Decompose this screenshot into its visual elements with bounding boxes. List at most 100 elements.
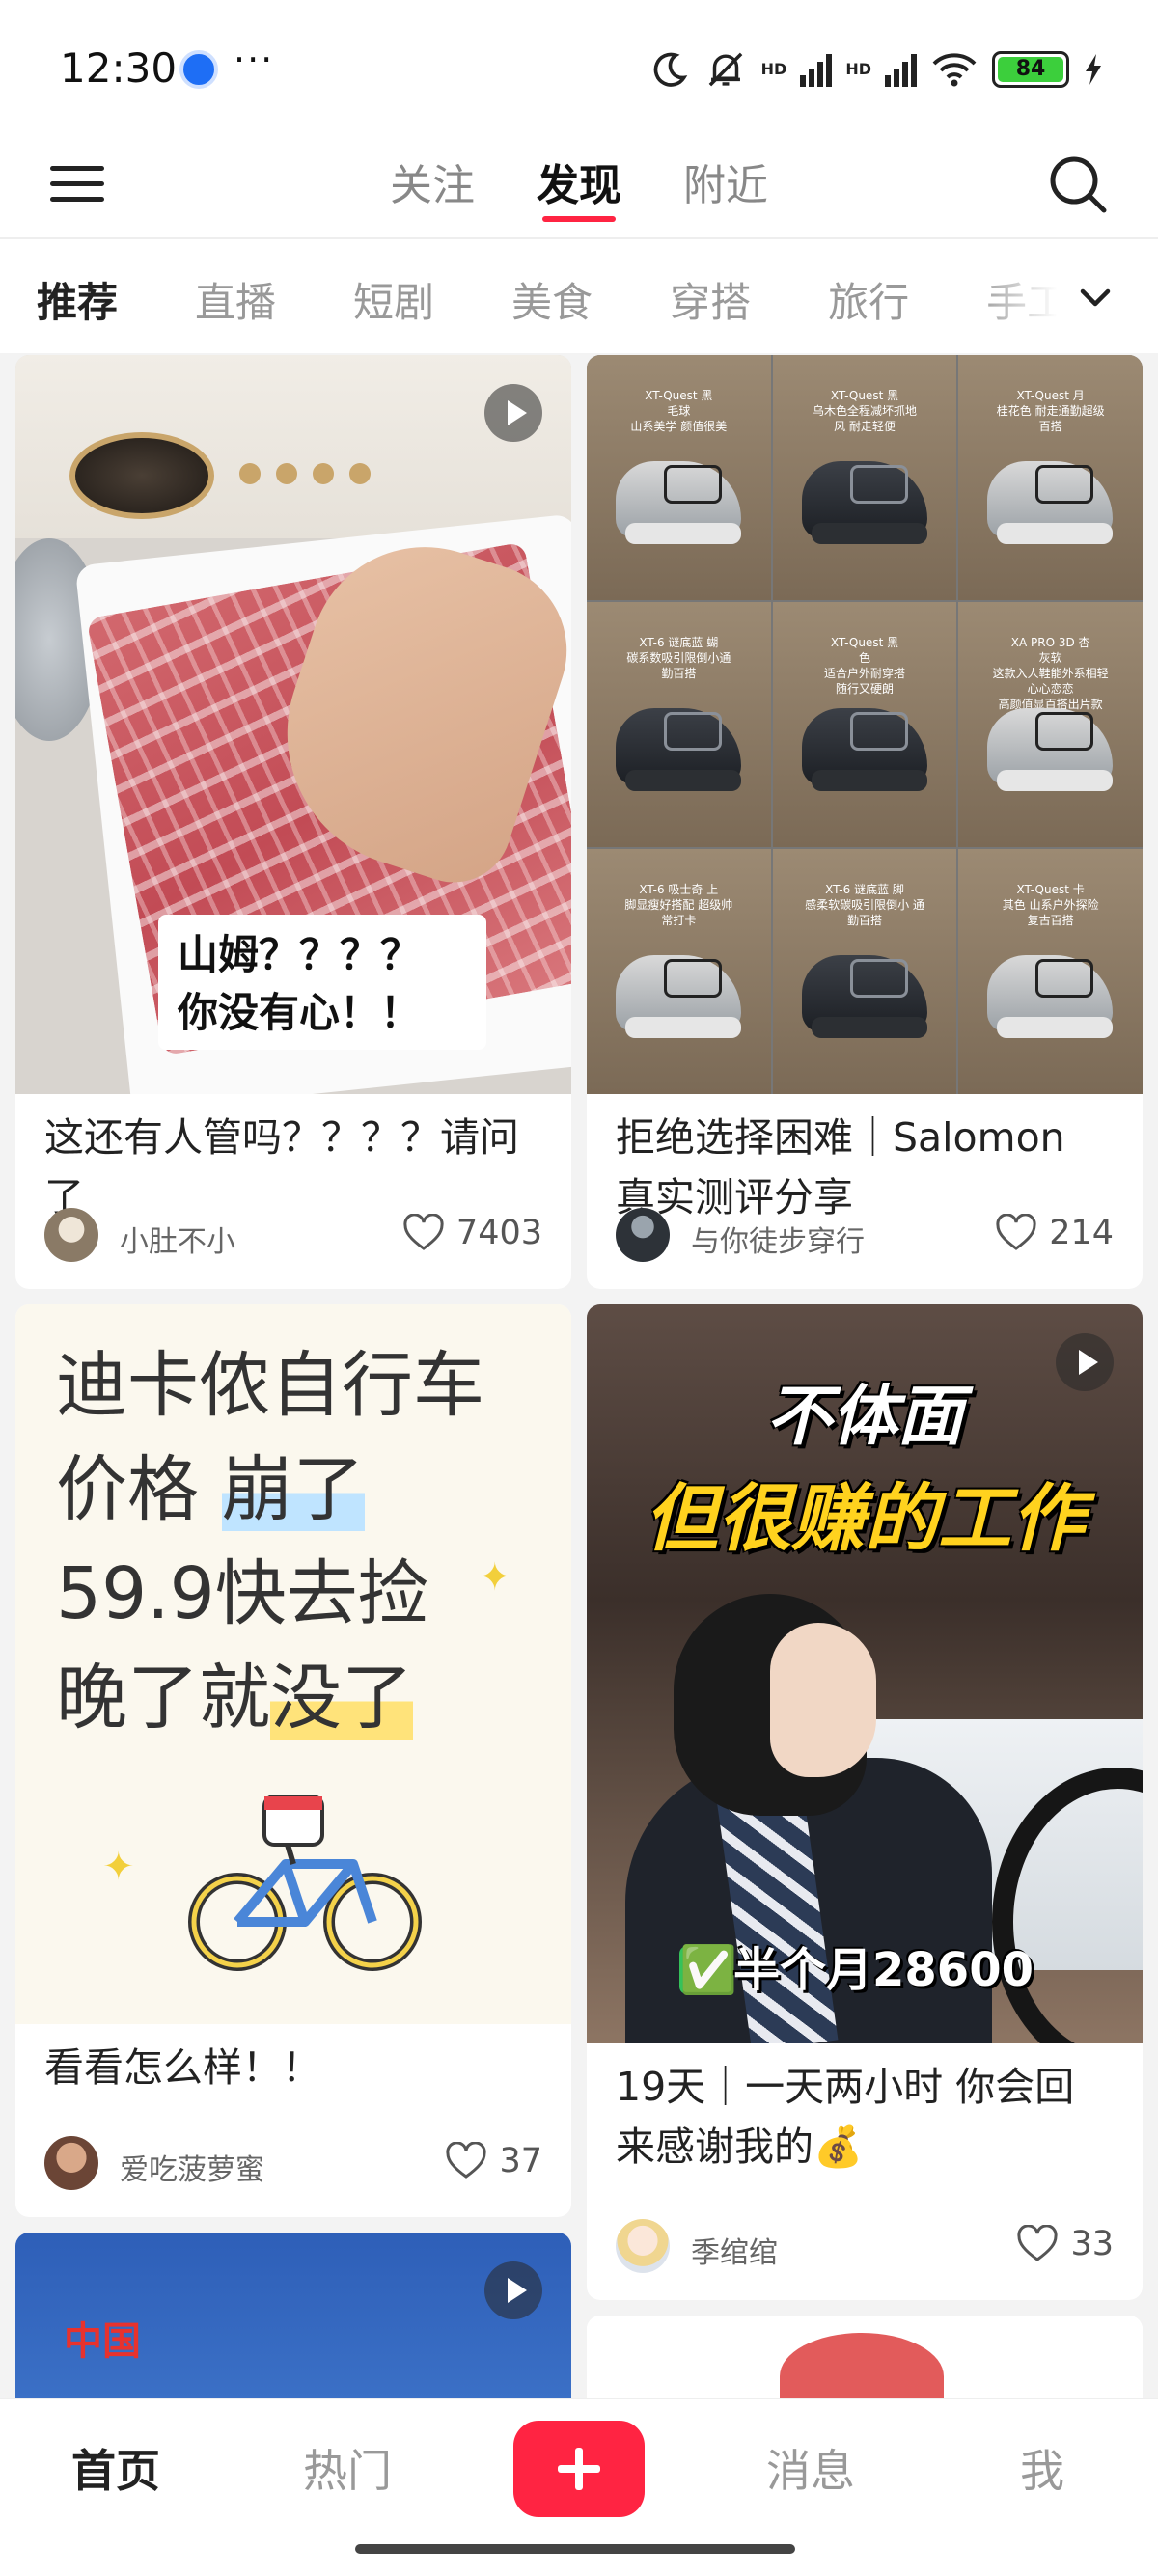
chevron-down-icon[interactable] — [1071, 274, 1119, 322]
shoe-label: XT-Quest 黑 色 适合户外耐穿搭 随行又硬朗 — [823, 636, 905, 696]
shoe-tile: XT-Quest 黑 色 适合户外耐穿搭 随行又硬朗 — [772, 602, 957, 847]
avatar[interactable] — [44, 2136, 98, 2190]
status-time: 12:30 — [60, 44, 178, 92]
shoe-tile: XT-Quest 黑 毛球 山系美学 颜值很美 — [587, 355, 771, 600]
tab-nearby[interactable]: 附近 — [683, 135, 768, 239]
top-navigation: 关注 发现 附近 — [0, 135, 1158, 239]
author-name[interactable]: 季绾绾 — [691, 2229, 778, 2271]
note-meta: 季绾绾 33 — [587, 2217, 1143, 2275]
avatar[interactable] — [616, 2219, 670, 2273]
shoe-tile: XT-Quest 卡 其色 山系户外探险 复古百搭 — [958, 849, 1143, 1094]
moon-icon — [653, 52, 687, 87]
note-title: 19天｜一天两小时 你会回来感谢我的💰 — [616, 2064, 1075, 2170]
shoe-tile: XT-Quest 黑 乌木色全程减坏抓地 风 耐走轻便 — [772, 355, 957, 600]
publish-button[interactable] — [513, 2421, 645, 2517]
note-cover: 不体面 但很赚的工作 ✅半个月28600 — [587, 1304, 1143, 2043]
heart-icon — [1017, 2225, 1059, 2261]
cover-earnings-text: 半个月28600 — [733, 1943, 1034, 1997]
status-more: ··· — [234, 39, 275, 81]
status-bar: 12:30 ··· HD HD 84 — [0, 0, 1158, 135]
shoe-label: XT-Quest 黑 毛球 山系美学 颜值很美 — [630, 389, 728, 433]
note-meta: 与你徒步穿行 214 — [587, 1206, 1143, 1264]
appliance-image — [15, 355, 571, 538]
bottom-navigation: 首页 热门 消息 我 — [0, 2398, 1158, 2576]
network-type-2: HD — [845, 60, 871, 78]
shoe-label: XT-Quest 卡 其色 山系户外探险 复古百搭 — [1002, 883, 1099, 927]
shoe-label: XT-6 谜底蓝 脚 感柔软碳吸引限倒小 通 勤百搭 — [805, 883, 924, 927]
network-type-1: HD — [760, 60, 787, 78]
author-name[interactable]: 与你徒步穿行 — [691, 1218, 865, 1260]
category-short-drama[interactable]: 短剧 — [353, 270, 434, 329]
note-meta: 爱吃菠萝蜜 37 — [15, 2134, 571, 2192]
note-card[interactable]: 迪卡侬自行车 价格 崩了 59.9快去捡 晚了就没了 ✦ ✦ 看看怎么样！！ 爱… — [15, 1304, 571, 2217]
shoe-tile: XA PRO 3D 杏 灰软 这款入人鞋能外系相轻 心心恋恋 高颜值显百搭出片款 — [958, 602, 1143, 847]
tab-follow[interactable]: 关注 — [390, 135, 475, 239]
battery-icon: 84 — [992, 51, 1069, 88]
cover-text-highlight: 没了 — [270, 1657, 413, 1740]
like-count: 7403 — [455, 1214, 542, 1252]
avatar[interactable] — [616, 1208, 670, 1262]
cover-caption: 山姆？？？？ 你没有心！！ — [158, 915, 486, 1050]
note-meta: 小肚不小 7403 — [15, 1206, 571, 1264]
like-count: 214 — [1049, 1214, 1114, 1252]
note-card[interactable]: XT-Quest 黑 毛球 山系美学 颜值很美 XT-Quest 黑 乌木色全程… — [587, 355, 1143, 1289]
shoe-label: XT-6 谜底蓝 蝴 碳系数吸引限倒小通 勤百搭 — [626, 636, 731, 680]
like-button[interactable]: 7403 — [402, 1214, 542, 1252]
shoe-image — [616, 955, 741, 1038]
nav-home[interactable]: 首页 — [19, 2436, 212, 2500]
sparkle-icon: ✦ — [102, 1845, 135, 1889]
signal-icon — [800, 52, 833, 87]
note-card[interactable]: 不体面 但很赚的工作 ✅半个月28600 19天｜一天两小时 你会回来感谢我的💰… — [587, 1304, 1143, 2300]
mute-icon — [708, 52, 742, 87]
category-travel[interactable]: 旅行 — [828, 270, 909, 329]
search-icon[interactable] — [1042, 149, 1116, 222]
shoe-label: XT-Quest 黑 乌木色全程减坏抓地 风 耐走轻便 — [812, 389, 917, 433]
like-count: 37 — [499, 2142, 542, 2180]
battery-level: 84 — [998, 57, 1063, 82]
menu-icon[interactable] — [50, 158, 104, 212]
shoe-image — [987, 708, 1114, 791]
cover-caption-line: 山姆？？？？ — [178, 931, 422, 978]
sparkle-icon: ✦ — [479, 1555, 511, 1600]
cover-text: 中国 — [64, 2319, 141, 2364]
avatar[interactable] — [44, 1208, 98, 1262]
tab-discover[interactable]: 发现 — [537, 135, 621, 239]
like-button[interactable]: 33 — [1016, 2225, 1114, 2263]
like-button[interactable]: 37 — [445, 2142, 542, 2180]
status-icons: HD HD 84 — [649, 42, 1104, 96]
face-image — [770, 1623, 876, 1777]
note-card[interactable]: 山姆？？？？ 你没有心！！ 这还有人管吗？？？？请问了 小肚不小 7403 — [15, 355, 571, 1289]
cover-text-line: 价格 崩了 — [56, 1438, 484, 1542]
checkmark-icon: ✅ — [679, 1943, 737, 1997]
cover-text-line: 59.9快去捡 — [56, 1552, 429, 1635]
home-indicator[interactable] — [355, 2544, 795, 2554]
category-bar: 推荐 直播 短剧 美食 穿搭 旅行 手工 — [0, 239, 1158, 353]
like-button[interactable]: 214 — [995, 1214, 1114, 1252]
note-title: 看看怎么样！！ — [44, 2044, 321, 2091]
cover-text-line: 晚了就没了 — [56, 1646, 484, 1750]
heart-icon — [446, 2142, 487, 2179]
shoe-image — [987, 955, 1114, 1038]
shoe-collage: XT-Quest 黑 毛球 山系美学 颜值很美 XT-Quest 黑 乌木色全程… — [587, 355, 1143, 1094]
cover-text-highlight: 崩了 — [221, 1448, 365, 1531]
note-card[interactable]: 中国 — [15, 2233, 571, 2398]
note-cover — [587, 2316, 1143, 2398]
shoe-tile: XT-6 谜底蓝 脚 感柔软碳吸引限倒小 通 勤百搭 — [772, 849, 957, 1094]
note-cover: 中国 — [15, 2233, 571, 2398]
nav-messages[interactable]: 消息 — [714, 2436, 907, 2500]
category-food[interactable]: 美食 — [511, 270, 593, 329]
shoe-label: XA PRO 3D 杏 灰软 这款入人鞋能外系相轻 心心恋恋 高颜值显百搭出片款 — [992, 636, 1109, 711]
category-live[interactable]: 直播 — [195, 270, 276, 329]
category-outfit[interactable]: 穿搭 — [670, 270, 751, 329]
author-name[interactable]: 爱吃菠萝蜜 — [120, 2146, 264, 2188]
note-card[interactable] — [587, 2316, 1143, 2398]
category-recommended[interactable]: 推荐 — [37, 270, 118, 329]
feed: 山姆？？？？ 你没有心！！ 这还有人管吗？？？？请问了 小肚不小 7403 XT… — [0, 353, 1158, 2398]
shoe-tile: XT-6 谜底蓝 蝴 碳系数吸引限倒小通 勤百搭 — [587, 602, 771, 847]
nav-hot[interactable]: 热门 — [251, 2436, 444, 2500]
author-name[interactable]: 小肚不小 — [120, 1218, 235, 1260]
shoe-label: XT-6 吸士奇 上 脚显瘦好搭配 超级帅 常打卡 — [624, 883, 733, 927]
cover-caption-line: 你没有心！！ — [178, 989, 422, 1036]
nav-me[interactable]: 我 — [946, 2436, 1139, 2500]
like-count: 33 — [1070, 2225, 1114, 2263]
